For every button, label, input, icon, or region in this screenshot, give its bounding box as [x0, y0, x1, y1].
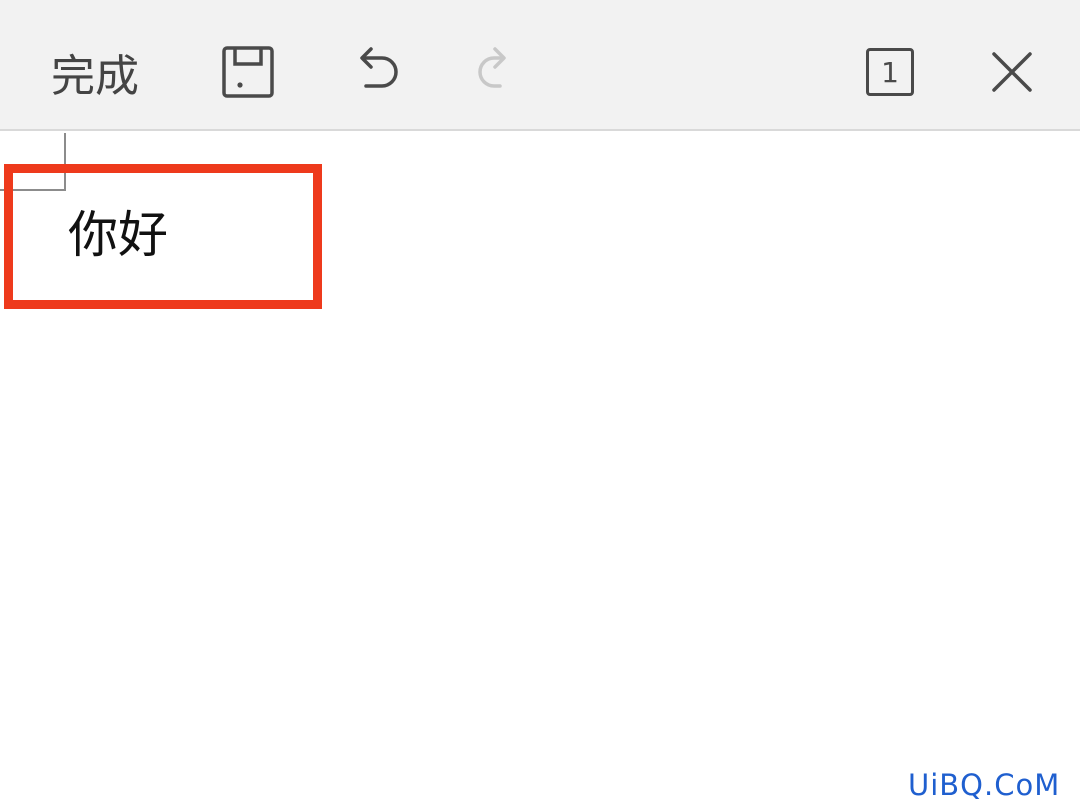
- done-button[interactable]: 完成: [30, 36, 160, 108]
- page-count-value: 1: [881, 55, 899, 89]
- page-count-icon: 1: [866, 48, 914, 96]
- close-button[interactable]: [976, 36, 1048, 108]
- page-count-button[interactable]: 1: [852, 36, 928, 108]
- document-text[interactable]: 你好: [68, 205, 168, 265]
- close-icon: [992, 52, 1032, 92]
- undo-icon: [360, 47, 398, 88]
- document-page[interactable]: 你好: [0, 133, 1080, 810]
- save-button[interactable]: [212, 36, 284, 108]
- watermark: UiBQ.CoM: [908, 768, 1061, 802]
- redo-button[interactable]: [458, 36, 530, 108]
- undo-button[interactable]: [336, 36, 408, 108]
- redo-icon: [478, 47, 506, 88]
- save-icon: [222, 46, 274, 98]
- editor-toolbar: 完成 1: [0, 0, 1080, 131]
